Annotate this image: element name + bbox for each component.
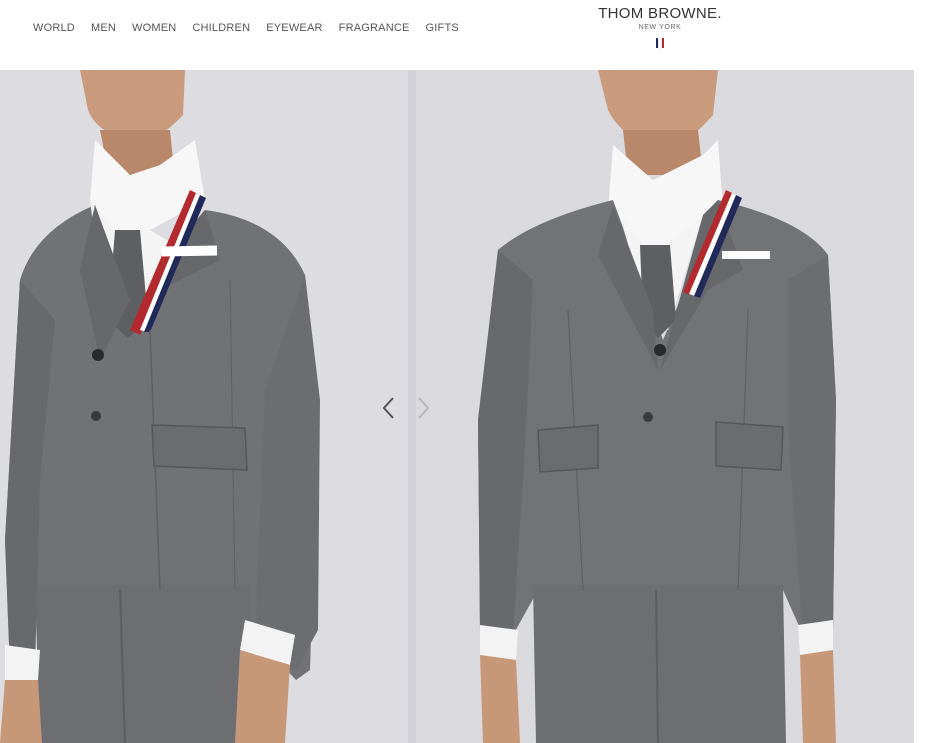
nav-item-world[interactable]: WORLD [33, 21, 75, 35]
brand-logo[interactable]: THOM BROWNE. NEW YORK [590, 5, 730, 48]
tricolor-flag-icon [590, 38, 730, 48]
prev-image-button[interactable] [378, 395, 400, 421]
nav-item-men[interactable]: MEN [91, 21, 116, 35]
nav-item-fragrance[interactable]: FRAGRANCE [339, 21, 410, 35]
suit-front-angle-image [0, 70, 408, 743]
next-image-button[interactable] [412, 395, 434, 421]
product-gallery [0, 70, 942, 743]
suit-front-image [408, 70, 914, 743]
chevron-right-icon [418, 397, 430, 419]
site-header: WORLD MEN WOMEN CHILDREN EYEWEAR FRAGRAN… [0, 0, 942, 70]
chevron-left-icon [382, 397, 394, 419]
product-image-angled[interactable] [0, 70, 408, 743]
brand-name: THOM BROWNE. [598, 5, 722, 22]
nav-item-gifts[interactable]: GIFTS [426, 21, 459, 35]
nav-item-eyewear[interactable]: EYEWEAR [266, 21, 322, 35]
nav-item-children[interactable]: CHILDREN [192, 21, 250, 35]
nav-item-women[interactable]: WOMEN [132, 21, 176, 35]
product-image-front[interactable] [408, 70, 914, 743]
main-nav: WORLD MEN WOMEN CHILDREN EYEWEAR FRAGRAN… [33, 21, 475, 35]
brand-location: NEW YORK [638, 24, 682, 31]
